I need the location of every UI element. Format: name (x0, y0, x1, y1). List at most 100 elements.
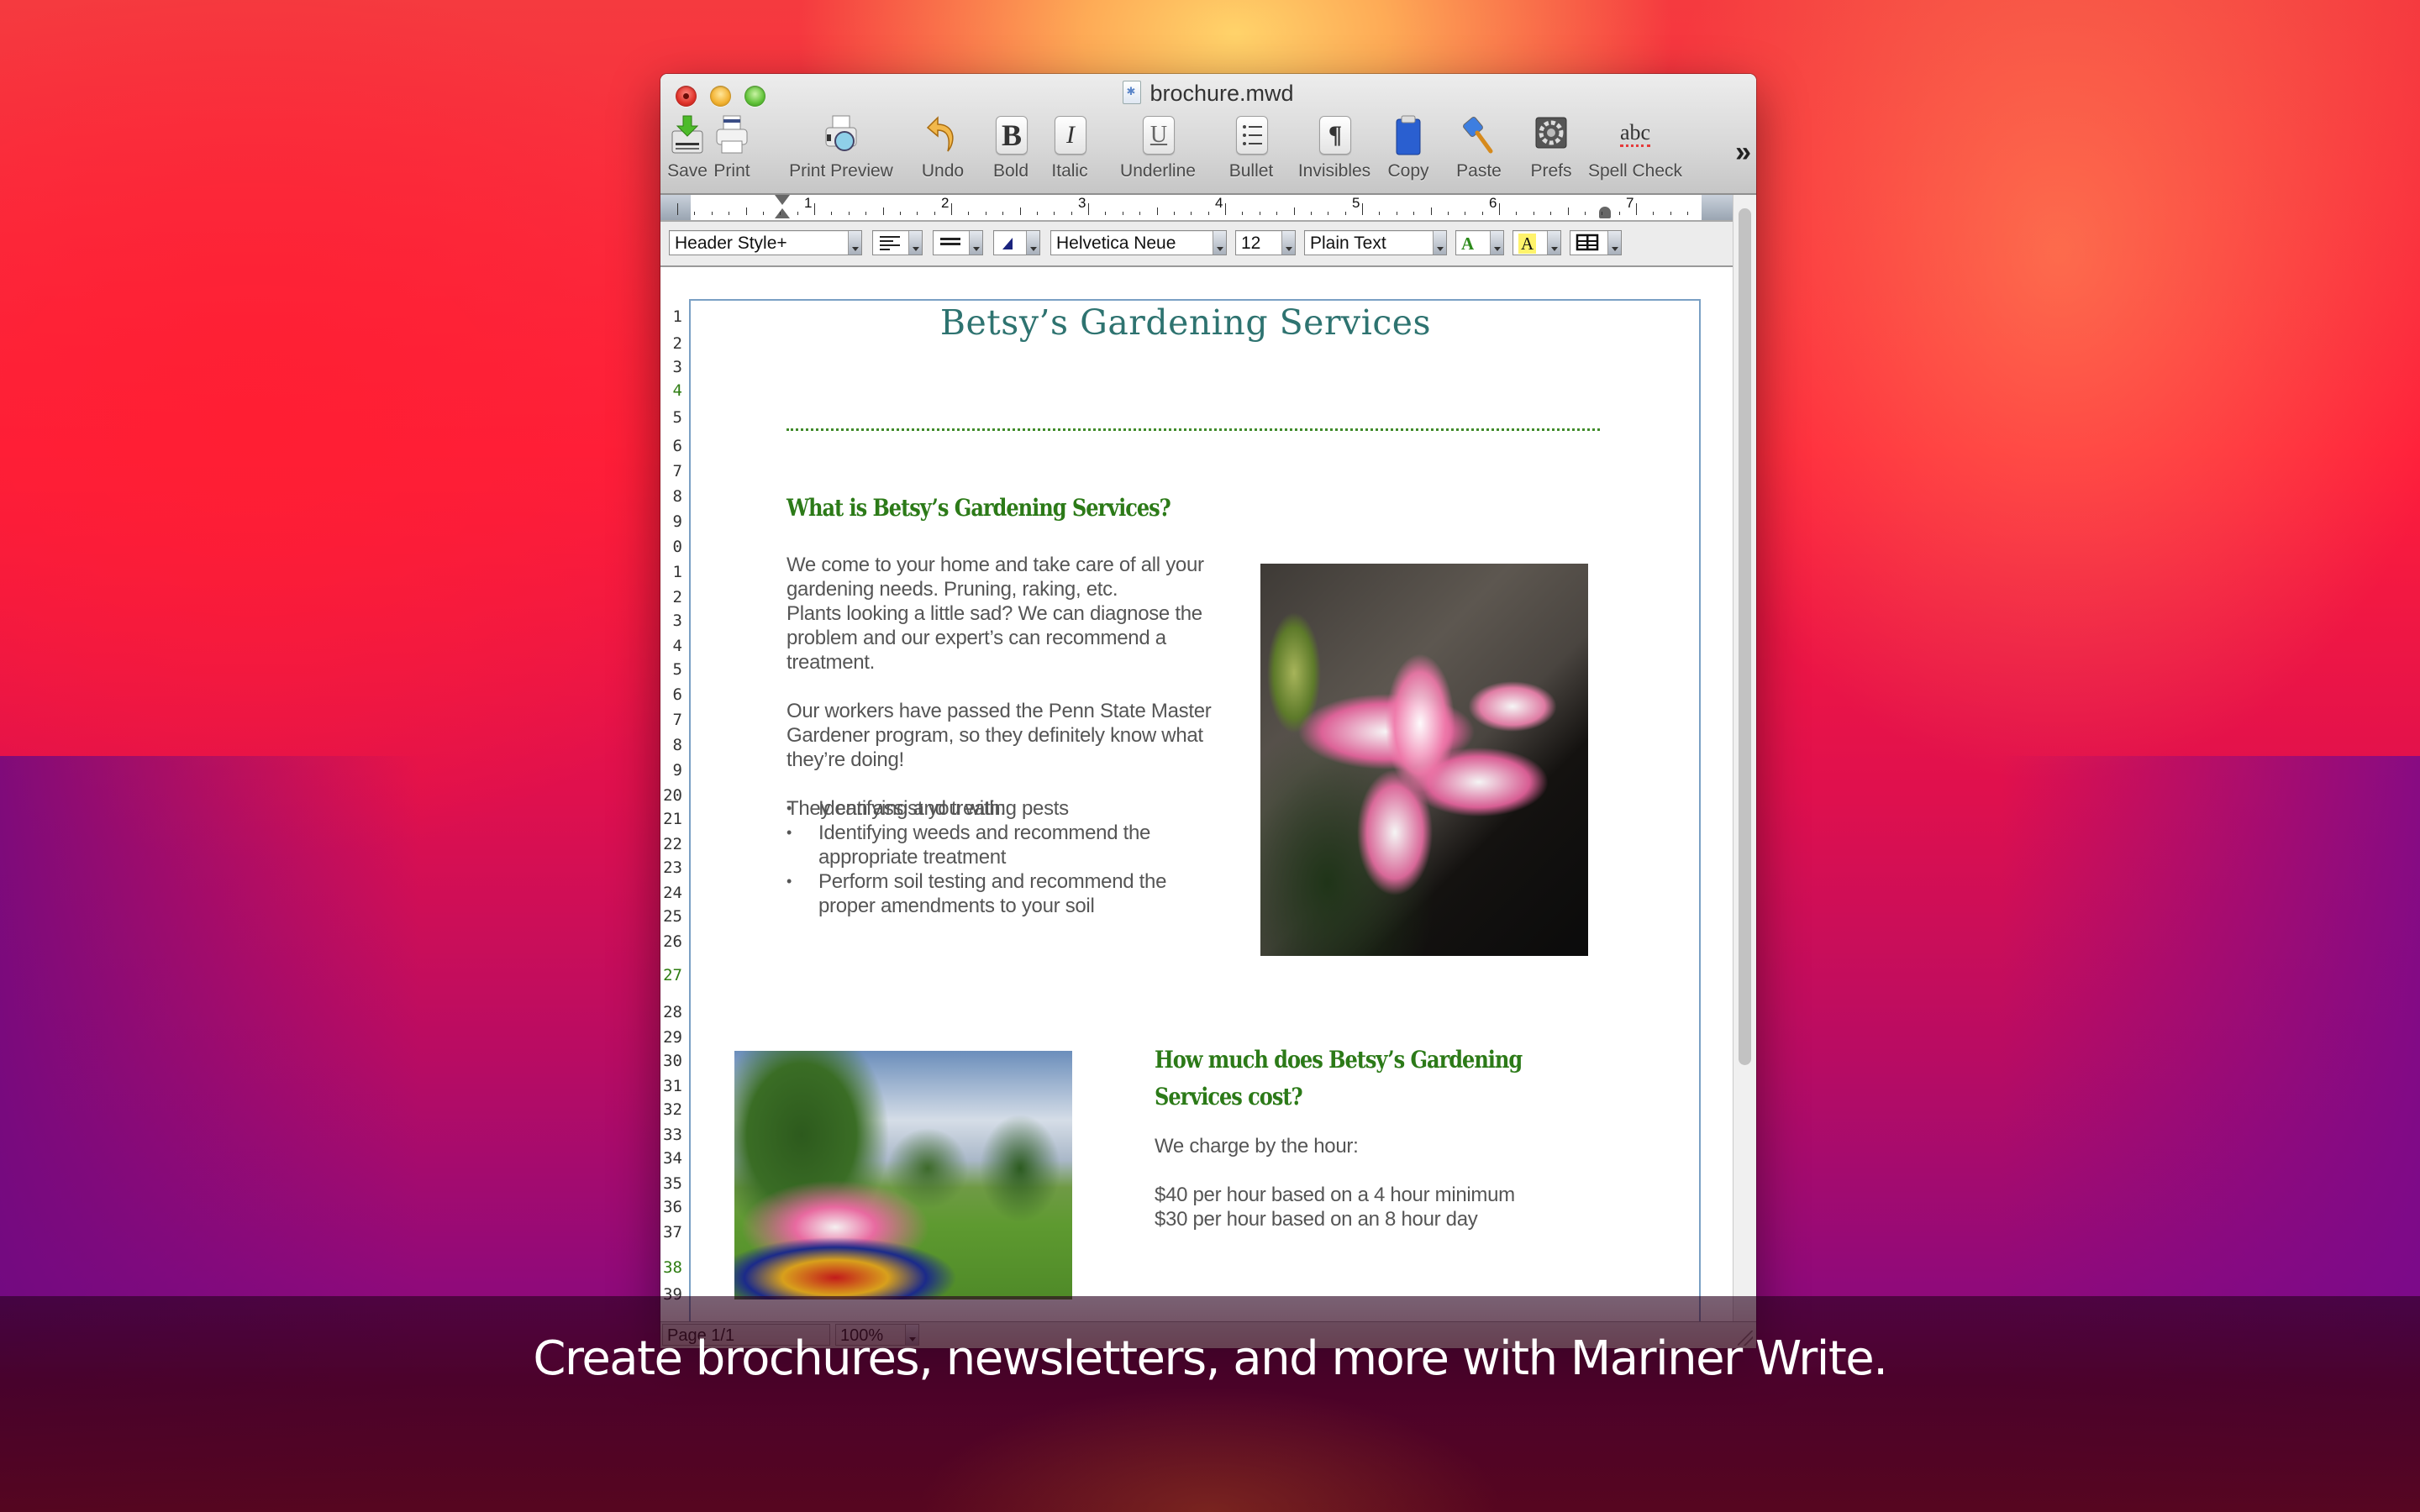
italic-button[interactable]: I Italic (1049, 114, 1091, 192)
first-line-indent-marker[interactable] (775, 195, 790, 205)
section2-heading-line-2: Services cost? (1155, 1083, 1303, 1110)
table-popup[interactable] (1570, 230, 1622, 255)
ruler-tick (882, 207, 884, 215)
copy-button[interactable]: Copy (1385, 114, 1432, 192)
line-number: 8 (672, 487, 682, 506)
paragraph-1-line: treatment. (786, 651, 876, 674)
printer-icon (716, 115, 748, 154)
line-spacing-icon (940, 238, 960, 245)
line-number: 25 (663, 907, 682, 926)
prefs-button[interactable]: Prefs (1528, 114, 1575, 192)
ruler-tick (1173, 212, 1175, 215)
pilcrow-icon: ¶ (1316, 114, 1353, 156)
tab-style-popup[interactable] (993, 230, 1040, 255)
highlight-color-popup[interactable]: A (1512, 230, 1561, 255)
paragraph-style-popup[interactable]: Header Style+ (669, 230, 862, 255)
caption-glow (916, 1386, 1504, 1512)
invisibles-button[interactable]: ¶ Invisibles (1292, 114, 1376, 192)
save-button[interactable]: Save (667, 114, 708, 192)
font-family-popup[interactable]: Helvetica Neue (1050, 230, 1227, 255)
line-number: 37 (663, 1223, 682, 1242)
line-number: 23 (663, 858, 682, 877)
paragraph-1-line: problem and our expert’s can recommend a (786, 627, 1166, 649)
ruler-tick (1687, 212, 1689, 215)
line-number: 24 (663, 884, 682, 902)
left-indent-marker[interactable] (775, 208, 790, 218)
line-number: 36 (663, 1198, 682, 1216)
right-indent-marker[interactable] (1599, 207, 1611, 218)
spell-check-glyph: abc (1619, 120, 1651, 147)
line-number: 22 (663, 835, 682, 853)
ruler-tick (1002, 212, 1004, 215)
line-spacing-popup[interactable] (933, 230, 983, 255)
print-preview-button[interactable]: Print Preview (786, 114, 896, 192)
bold-glyph: B (996, 116, 1028, 155)
vertical-scrollbar[interactable] (1733, 195, 1756, 1322)
section1-heading: What is Betsy’s Gardening Services? (786, 494, 1171, 522)
chevron-down-icon (1433, 231, 1446, 255)
chevron-down-icon (1490, 231, 1503, 255)
ruler-tick (1293, 207, 1295, 215)
section2-heading: How much does Betsy’s Gardening Services… (1155, 1042, 1523, 1116)
paste-brush-icon (1463, 117, 1493, 154)
ruler-tick (814, 203, 815, 215)
chevron-down-icon (848, 231, 861, 255)
line-number: 29 (663, 1028, 682, 1047)
paragraph-1-line: Plants looking a little sad? We can diag… (786, 602, 1202, 625)
ruler-tick (1481, 212, 1483, 215)
font-size-popup[interactable]: 12 (1235, 230, 1296, 255)
section1-paragraph-1: We come to your home and take care of al… (786, 553, 1257, 675)
spell-check-button[interactable]: abc Spell Check (1585, 114, 1686, 192)
ruler-tick (917, 212, 918, 215)
bullet-list-icon (1233, 114, 1270, 156)
alignment-popup[interactable] (872, 230, 923, 255)
toolbar: Save Print Print Preview Undo B Bold I I… (660, 114, 1756, 192)
ruler-tick (694, 212, 696, 215)
text-style-value: Plain Text (1310, 234, 1386, 253)
bullet-glyph (1236, 116, 1268, 155)
underline-button[interactable]: U Underline (1114, 114, 1202, 192)
chevron-down-icon (969, 231, 982, 255)
bullet-item-line: Identifying and treating pests (818, 797, 1069, 820)
ruler-tick (865, 212, 867, 215)
save-icon (671, 115, 703, 154)
paragraph-2-line: they’re doing! (786, 748, 904, 771)
toolbar-overflow-button[interactable]: » (1735, 136, 1751, 169)
document-canvas[interactable]: 1 2 3 4 5 6 7 8 9 0 1 2 3 4 5 6 7 8 9 20 21 22 23 24 25 26 27 28 29 3… (660, 267, 1733, 1322)
ruler-number: 7 (1626, 195, 1634, 211)
format-bar: Header Style+ Helvetica Neue 12 Plain Te… (660, 222, 1733, 267)
line-number: 38 (663, 1258, 682, 1277)
paste-button[interactable]: Paste (1452, 114, 1506, 192)
ruler-tick (968, 212, 970, 215)
text-color-popup[interactable]: A (1455, 230, 1504, 255)
scrollbar-thumb[interactable] (1739, 208, 1751, 1065)
line-number: 8 (672, 736, 682, 754)
bullet-label: Bullet (1228, 161, 1274, 181)
ruler-tick (934, 212, 935, 215)
clipboard-icon (1396, 115, 1421, 155)
ruler-tick (1618, 212, 1620, 215)
print-button[interactable]: Print (711, 114, 753, 192)
ruler-tick (1242, 212, 1244, 215)
ruler-tick (1310, 212, 1312, 215)
line-number: 7 (672, 711, 682, 729)
line-number: 6 (672, 437, 682, 455)
ruler-tick (1191, 212, 1192, 215)
bullet-button[interactable]: Bullet (1222, 114, 1281, 192)
text-style-popup[interactable]: Plain Text (1304, 230, 1447, 255)
ruler-tick (831, 212, 833, 215)
line-number: 9 (672, 761, 682, 780)
ruler-tick (677, 203, 678, 215)
pilcrow-glyph: ¶ (1319, 116, 1351, 155)
bold-button[interactable]: B Bold (991, 114, 1031, 192)
ruler-number: 6 (1489, 195, 1497, 211)
marketing-caption: Create brochures, newsletters, and more … (533, 1331, 1888, 1386)
ruler[interactable]: 12345678 (660, 195, 1733, 222)
undo-button[interactable]: Undo (918, 114, 968, 192)
bullet-item-line: Perform soil testing and recommend the (818, 870, 1167, 893)
align-left-icon (880, 236, 900, 250)
ruler-tick (1071, 212, 1072, 215)
line-number: 9 (672, 512, 682, 531)
line-number: 5 (672, 408, 682, 427)
underline-label: Underline (1120, 161, 1196, 181)
